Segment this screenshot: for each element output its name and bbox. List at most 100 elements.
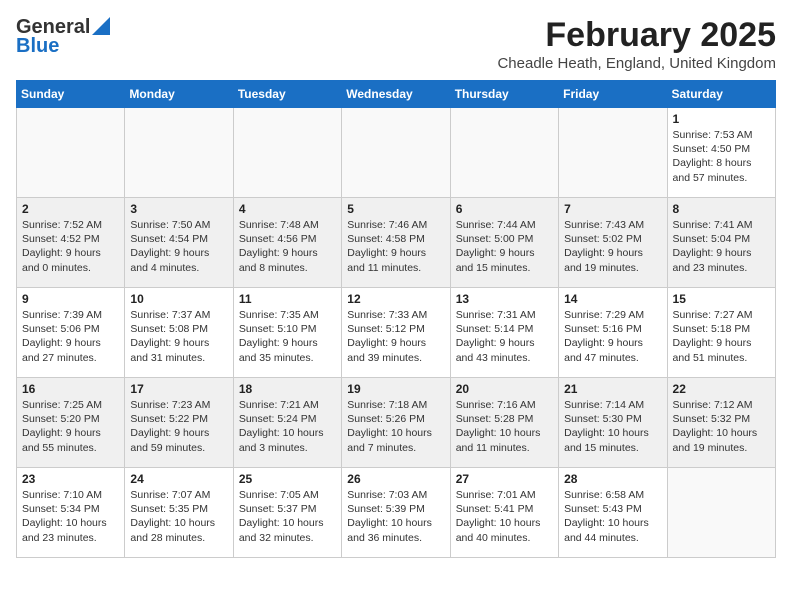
day-number: 11 bbox=[239, 292, 336, 306]
day-number: 25 bbox=[239, 472, 336, 486]
logo-blue: Blue bbox=[16, 35, 59, 58]
header-friday: Friday bbox=[559, 81, 667, 108]
day-number: 22 bbox=[673, 382, 770, 396]
calendar-day-cell: 13 Sunrise: 7:31 AM Sunset: 5:14 PM Dayli… bbox=[450, 288, 558, 378]
day-info: Sunrise: 7:18 AM Sunset: 5:26 PM Dayligh… bbox=[347, 398, 444, 455]
day-number: 19 bbox=[347, 382, 444, 396]
calendar-day-cell bbox=[125, 108, 233, 198]
calendar-day-cell: 25 Sunrise: 7:05 AM Sunset: 5:37 PM Dayli… bbox=[233, 468, 341, 558]
day-number: 15 bbox=[673, 292, 770, 306]
calendar-day-cell: 16 Sunrise: 7:25 AM Sunset: 5:20 PM Dayli… bbox=[17, 378, 125, 468]
day-number: 20 bbox=[456, 382, 553, 396]
day-number: 13 bbox=[456, 292, 553, 306]
day-info: Sunrise: 7:46 AM Sunset: 4:58 PM Dayligh… bbox=[347, 218, 444, 275]
calendar-day-cell: 17Sunrise: 7:23 AM Sunset: 5:22 PM Dayli… bbox=[125, 378, 233, 468]
calendar-day-cell bbox=[450, 108, 558, 198]
calendar-day-cell: 22 Sunrise: 7:12 AM Sunset: 5:32 PM Dayli… bbox=[667, 378, 775, 468]
calendar-day-cell: 14 Sunrise: 7:29 AM Sunset: 5:16 PM Dayli… bbox=[559, 288, 667, 378]
calendar-day-cell bbox=[559, 108, 667, 198]
day-number: 9 bbox=[22, 292, 119, 306]
day-number: 17 bbox=[130, 382, 227, 396]
calendar-header-row: Sunday Monday Tuesday Wednesday Thursday… bbox=[17, 81, 776, 108]
day-number: 7 bbox=[564, 202, 661, 216]
day-number: 16 bbox=[22, 382, 119, 396]
day-number: 14 bbox=[564, 292, 661, 306]
page-subtitle: Cheadle Heath, England, United Kingdom bbox=[497, 55, 776, 72]
header-wednesday: Wednesday bbox=[342, 81, 450, 108]
day-info: Sunrise: 7:33 AM Sunset: 5:12 PM Dayligh… bbox=[347, 308, 444, 365]
day-info: Sunrise: 7:41 AM Sunset: 5:04 PM Dayligh… bbox=[673, 218, 770, 275]
calendar-day-cell: 18Sunrise: 7:21 AM Sunset: 5:24 PM Dayli… bbox=[233, 378, 341, 468]
day-info: Sunrise: 7:31 AM Sunset: 5:14 PM Dayligh… bbox=[456, 308, 553, 365]
day-info: Sunrise: 7:44 AM Sunset: 5:00 PM Dayligh… bbox=[456, 218, 553, 275]
day-info: Sunrise: 7:10 AM Sunset: 5:34 PM Dayligh… bbox=[22, 488, 119, 545]
day-info: Sunrise: 7:25 AM Sunset: 5:20 PM Dayligh… bbox=[22, 398, 119, 455]
calendar-day-cell: 23 Sunrise: 7:10 AM Sunset: 5:34 PM Dayli… bbox=[17, 468, 125, 558]
calendar-day-cell: 8 Sunrise: 7:41 AM Sunset: 5:04 PM Daylig… bbox=[667, 198, 775, 288]
day-info: Sunrise: 7:27 AM Sunset: 5:18 PM Dayligh… bbox=[673, 308, 770, 365]
day-number: 12 bbox=[347, 292, 444, 306]
calendar-day-cell: 24 Sunrise: 7:07 AM Sunset: 5:35 PM Dayli… bbox=[125, 468, 233, 558]
day-info: Sunrise: 7:39 AM Sunset: 5:06 PM Dayligh… bbox=[22, 308, 119, 365]
calendar-day-cell: 6Sunrise: 7:44 AM Sunset: 5:00 PM Daylig… bbox=[450, 198, 558, 288]
day-info: Sunrise: 7:48 AM Sunset: 4:56 PM Dayligh… bbox=[239, 218, 336, 275]
day-number: 18 bbox=[239, 382, 336, 396]
calendar-day-cell: 11Sunrise: 7:35 AM Sunset: 5:10 PM Dayli… bbox=[233, 288, 341, 378]
calendar-week-row: 1 Sunrise: 7:53 AM Sunset: 4:50 PM Daylig… bbox=[17, 108, 776, 198]
logo: General Blue bbox=[16, 16, 110, 58]
calendar-day-cell: 3 Sunrise: 7:50 AM Sunset: 4:54 PM Daylig… bbox=[125, 198, 233, 288]
day-number: 24 bbox=[130, 472, 227, 486]
day-info: Sunrise: 7:07 AM Sunset: 5:35 PM Dayligh… bbox=[130, 488, 227, 545]
day-number: 8 bbox=[673, 202, 770, 216]
day-info: Sunrise: 7:29 AM Sunset: 5:16 PM Dayligh… bbox=[564, 308, 661, 365]
header-tuesday: Tuesday bbox=[233, 81, 341, 108]
calendar-day-cell: 2 Sunrise: 7:52 AM Sunset: 4:52 PM Daylig… bbox=[17, 198, 125, 288]
calendar-week-row: 9 Sunrise: 7:39 AM Sunset: 5:06 PM Daylig… bbox=[17, 288, 776, 378]
header-saturday: Saturday bbox=[667, 81, 775, 108]
calendar-week-row: 23 Sunrise: 7:10 AM Sunset: 5:34 PM Dayli… bbox=[17, 468, 776, 558]
day-info: Sunrise: 7:53 AM Sunset: 4:50 PM Dayligh… bbox=[673, 128, 770, 185]
calendar-day-cell bbox=[667, 468, 775, 558]
title-area: February 2025 Cheadle Heath, England, Un… bbox=[497, 16, 776, 72]
day-number: 28 bbox=[564, 472, 661, 486]
calendar-day-cell: 21 Sunrise: 7:14 AM Sunset: 5:30 PM Dayli… bbox=[559, 378, 667, 468]
calendar-day-cell: 1 Sunrise: 7:53 AM Sunset: 4:50 PM Daylig… bbox=[667, 108, 775, 198]
day-number: 2 bbox=[22, 202, 119, 216]
day-info: Sunrise: 7:05 AM Sunset: 5:37 PM Dayligh… bbox=[239, 488, 336, 545]
calendar-week-row: 2 Sunrise: 7:52 AM Sunset: 4:52 PM Daylig… bbox=[17, 198, 776, 288]
header-monday: Monday bbox=[125, 81, 233, 108]
day-number: 23 bbox=[22, 472, 119, 486]
day-info: Sunrise: 7:52 AM Sunset: 4:52 PM Dayligh… bbox=[22, 218, 119, 275]
calendar-table: Sunday Monday Tuesday Wednesday Thursday… bbox=[16, 80, 776, 558]
calendar-day-cell: 28 Sunrise: 6:58 AM Sunset: 5:43 PM Dayli… bbox=[559, 468, 667, 558]
page-title: February 2025 bbox=[497, 16, 776, 55]
header: General Blue February 2025 Cheadle Heath… bbox=[16, 16, 776, 72]
day-number: 3 bbox=[130, 202, 227, 216]
day-number: 1 bbox=[673, 112, 770, 126]
calendar-day-cell bbox=[17, 108, 125, 198]
day-info: Sunrise: 7:14 AM Sunset: 5:30 PM Dayligh… bbox=[564, 398, 661, 455]
day-info: Sunrise: 7:50 AM Sunset: 4:54 PM Dayligh… bbox=[130, 218, 227, 275]
calendar-day-cell: 5Sunrise: 7:46 AM Sunset: 4:58 PM Daylig… bbox=[342, 198, 450, 288]
calendar-day-cell: 19 Sunrise: 7:18 AM Sunset: 5:26 PM Dayli… bbox=[342, 378, 450, 468]
day-number: 21 bbox=[564, 382, 661, 396]
calendar-day-cell: 15 Sunrise: 7:27 AM Sunset: 5:18 PM Dayli… bbox=[667, 288, 775, 378]
calendar-day-cell: 27Sunrise: 7:01 AM Sunset: 5:41 PM Dayli… bbox=[450, 468, 558, 558]
calendar-day-cell: 26Sunrise: 7:03 AM Sunset: 5:39 PM Dayli… bbox=[342, 468, 450, 558]
day-info: Sunrise: 7:12 AM Sunset: 5:32 PM Dayligh… bbox=[673, 398, 770, 455]
calendar-day-cell bbox=[233, 108, 341, 198]
logo-triangle-icon bbox=[92, 17, 110, 35]
day-number: 26 bbox=[347, 472, 444, 486]
day-info: Sunrise: 7:01 AM Sunset: 5:41 PM Dayligh… bbox=[456, 488, 553, 545]
day-number: 4 bbox=[239, 202, 336, 216]
day-info: Sunrise: 7:43 AM Sunset: 5:02 PM Dayligh… bbox=[564, 218, 661, 275]
day-number: 10 bbox=[130, 292, 227, 306]
calendar-week-row: 16 Sunrise: 7:25 AM Sunset: 5:20 PM Dayli… bbox=[17, 378, 776, 468]
calendar-day-cell: 9 Sunrise: 7:39 AM Sunset: 5:06 PM Daylig… bbox=[17, 288, 125, 378]
calendar-day-cell: 10 Sunrise: 7:37 AM Sunset: 5:08 PM Dayli… bbox=[125, 288, 233, 378]
day-info: Sunrise: 7:37 AM Sunset: 5:08 PM Dayligh… bbox=[130, 308, 227, 365]
calendar-day-cell: 12 Sunrise: 7:33 AM Sunset: 5:12 PM Dayli… bbox=[342, 288, 450, 378]
calendar-day-cell: 20Sunrise: 7:16 AM Sunset: 5:28 PM Dayli… bbox=[450, 378, 558, 468]
header-thursday: Thursday bbox=[450, 81, 558, 108]
day-info: Sunrise: 6:58 AM Sunset: 5:43 PM Dayligh… bbox=[564, 488, 661, 545]
